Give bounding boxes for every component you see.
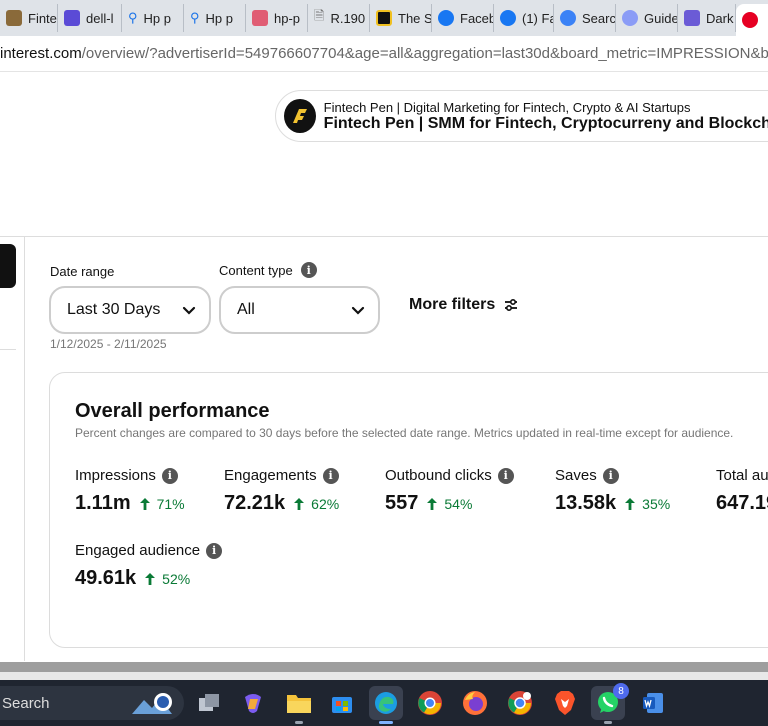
search-highlight-icon xyxy=(132,693,172,714)
filter-sliders-icon xyxy=(505,298,518,312)
browser-tab[interactable]: Searc xyxy=(554,4,616,32)
info-icon[interactable]: i xyxy=(161,467,178,484)
metric-value: 647.19k xyxy=(716,492,768,514)
info-icon[interactable]: i xyxy=(206,542,223,559)
chevron-down-icon xyxy=(182,306,196,315)
search-icon: ⚲ xyxy=(128,10,138,25)
account-logo xyxy=(284,99,316,133)
document-icon: 🗎 xyxy=(314,8,325,23)
metric-value: 557 xyxy=(385,492,419,514)
browser-tab[interactable]: dell-l xyxy=(58,4,122,32)
metric-value: 1.11m xyxy=(75,492,131,514)
facebook-icon xyxy=(500,10,516,26)
address-bar[interactable]: interest.com/overview/?advertiserId=5497… xyxy=(0,36,768,72)
metric-value: 72.21k xyxy=(224,492,286,514)
whatsapp-icon[interactable]: 8 xyxy=(591,683,629,724)
metric-change: 35% xyxy=(642,495,671,512)
sidebar-border xyxy=(24,237,25,661)
word-icon[interactable] xyxy=(636,686,670,720)
horizontal-scrollbar[interactable] xyxy=(0,662,768,672)
arrow-up-icon xyxy=(427,497,438,510)
metric-value: 13.58k xyxy=(555,492,617,514)
microsoft-store-icon[interactable] xyxy=(325,686,359,720)
notification-badge: 8 xyxy=(613,683,629,699)
tab-favicon-icon xyxy=(376,10,392,26)
account-name: Fintech Pen | SMM for Fintech, Cryptocur… xyxy=(323,114,768,132)
metric-engagements[interactable]: Engagements i 72.21k 62% xyxy=(224,467,339,515)
running-indicator xyxy=(604,721,612,724)
running-indicator xyxy=(379,721,393,724)
date-range-select[interactable]: Last 30 Days xyxy=(49,286,211,334)
metric-change: 54% xyxy=(444,495,473,512)
header-divider xyxy=(0,236,768,237)
pinterest-icon xyxy=(742,12,758,28)
arrow-up-icon xyxy=(139,497,150,510)
browser-tab[interactable]: Finte xyxy=(0,4,58,32)
info-icon[interactable]: i xyxy=(497,467,514,484)
pen-logo-icon xyxy=(292,109,307,123)
metric-change: 71% xyxy=(156,495,185,512)
info-icon[interactable]: i xyxy=(300,262,317,278)
info-icon[interactable]: i xyxy=(602,467,619,484)
facebook-icon xyxy=(438,10,454,26)
browser-tab[interactable]: Faceb xyxy=(432,4,494,32)
arrow-up-icon xyxy=(625,497,636,510)
metric-total-audience[interactable]: Total audience 647.19k xyxy=(716,467,768,515)
url-host: interest.com xyxy=(0,45,82,62)
more-filters-button[interactable]: More filters xyxy=(409,296,519,314)
arrow-up-icon xyxy=(294,497,305,510)
browser-tab[interactable]: (1) Fa xyxy=(494,4,554,32)
content-type-label: Content type i xyxy=(219,262,317,278)
task-view-icon[interactable] xyxy=(192,686,226,720)
account-switcher[interactable]: Fintech Pen | Digital Marketing for Fint… xyxy=(275,90,768,142)
search-icon: ⚲ xyxy=(190,10,200,25)
browser-tab[interactable]: 🗎 R.190 xyxy=(308,4,370,32)
browser-tab[interactable]: ⚲ Hp p xyxy=(122,4,184,32)
browser-tab[interactable]: hp-p xyxy=(246,4,308,32)
copilot-icon[interactable] xyxy=(236,686,270,720)
tab-favicon-icon xyxy=(64,10,80,26)
metric-engaged-audience[interactable]: Engaged audience i 49.61k 52% xyxy=(75,542,223,590)
tab-favicon-icon xyxy=(252,10,268,26)
browser-tab[interactable]: The S xyxy=(370,4,432,32)
chevron-down-icon xyxy=(351,306,365,315)
arrow-up-icon xyxy=(145,572,156,585)
tab-favicon-icon xyxy=(6,10,22,26)
sidebar-selected-item[interactable] xyxy=(0,244,16,288)
content-type-select[interactable]: All xyxy=(219,286,380,334)
performance-subtitle: Percent changes are compared to 30 days … xyxy=(75,426,734,440)
info-icon[interactable]: i xyxy=(322,467,339,484)
metric-value: 49.61k xyxy=(75,567,137,589)
browser-tab-active[interactable] xyxy=(736,4,768,36)
date-span-text: 1/12/2025 - 2/11/2025 xyxy=(50,337,167,351)
tab-favicon-icon xyxy=(684,10,700,26)
edge-icon[interactable] xyxy=(369,686,403,724)
running-indicator xyxy=(295,721,303,724)
metric-impressions[interactable]: Impressions i 1.11m 71% xyxy=(75,467,185,515)
brave-icon[interactable] xyxy=(548,686,582,720)
browser-tab[interactable]: ⚲ Hp p xyxy=(184,4,246,32)
file-explorer-icon[interactable] xyxy=(282,686,316,724)
url-path: /overview/?advertiserId=549766607704&age… xyxy=(81,45,768,62)
metric-outbound-clicks[interactable]: Outbound clicks i 557 54% xyxy=(385,467,514,515)
window-bottom-edge xyxy=(0,672,768,680)
sidebar-divider xyxy=(0,349,16,350)
account-subtitle: Fintech Pen | Digital Marketing for Fint… xyxy=(323,99,691,115)
copilot-icon xyxy=(560,10,576,26)
browser-tab[interactable]: Guide xyxy=(616,4,678,32)
chrome-profile-icon[interactable] xyxy=(503,686,537,720)
performance-title: Overall performance xyxy=(75,400,270,422)
metric-saves[interactable]: Saves i 13.58k 35% xyxy=(555,467,670,515)
metric-change: 62% xyxy=(311,495,340,512)
firefox-icon[interactable] xyxy=(458,686,492,720)
chrome-icon[interactable] xyxy=(413,686,447,720)
taskbar-search[interactable]: Search xyxy=(0,686,184,720)
metric-change: 52% xyxy=(162,570,191,587)
copilot-icon xyxy=(622,10,638,26)
browser-tab-bar: Finte dell-l ⚲ Hp p ⚲ Hp p hp-p 🗎 R.190 The… xyxy=(0,0,768,36)
browser-tab[interactable]: Dark xyxy=(678,4,736,32)
date-range-label: Date range xyxy=(50,264,115,279)
taskbar: Search 8 xyxy=(0,680,768,726)
